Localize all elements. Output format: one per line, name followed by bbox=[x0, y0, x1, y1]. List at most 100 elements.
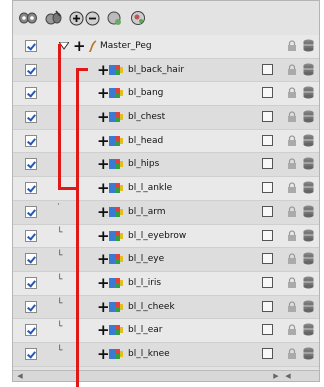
lock-icon[interactable] bbox=[287, 206, 297, 218]
layer-row[interactable]: └ + bl_l_knee bbox=[13, 342, 319, 367]
tree-elbow-icon: · bbox=[57, 199, 60, 210]
lock-icon[interactable] bbox=[287, 348, 297, 360]
drawing-layer-icon bbox=[109, 348, 123, 359]
annotation-line bbox=[76, 68, 88, 71]
lock-icon[interactable] bbox=[287, 324, 297, 336]
visibility-checkbox[interactable] bbox=[25, 347, 37, 360]
lock-icon[interactable] bbox=[287, 229, 297, 242]
layer-properties-icon[interactable] bbox=[303, 134, 314, 147]
layer-row[interactable]: └ + bl_l_ear bbox=[13, 319, 319, 343]
layer-row[interactable]: └ + bl_l_iris bbox=[13, 271, 319, 296]
add-drawing-icon[interactable] bbox=[130, 7, 146, 29]
layer-properties-icon[interactable] bbox=[303, 86, 314, 99]
layer-properties-icon[interactable] bbox=[303, 276, 314, 289]
visibility-checkbox[interactable] bbox=[25, 40, 37, 52]
visibility-checkbox[interactable] bbox=[25, 324, 37, 337]
lock-toggle-box[interactable] bbox=[262, 111, 273, 123]
layer-label: bl_l_ear bbox=[128, 325, 163, 336]
lock-icon[interactable] bbox=[287, 253, 297, 265]
layer-properties-icon[interactable] bbox=[303, 63, 314, 76]
layer-properties-icon[interactable] bbox=[303, 157, 314, 170]
layer-row[interactable]: └ + bl_l_eyebrow bbox=[13, 224, 319, 249]
layer-row[interactable]: └ + bl_l_cheek bbox=[13, 295, 319, 320]
lock-toggle-box[interactable] bbox=[262, 324, 273, 336]
expand-plus-icon[interactable]: + bbox=[97, 345, 110, 363]
lock-toggle-box[interactable] bbox=[262, 182, 273, 194]
lock-icon[interactable] bbox=[287, 64, 297, 76]
layer-properties-icon[interactable] bbox=[303, 347, 314, 360]
lock-toggle-box[interactable] bbox=[262, 300, 273, 312]
visibility-checkbox[interactable] bbox=[25, 158, 37, 171]
lock-icon[interactable] bbox=[287, 182, 297, 194]
lock-icon[interactable] bbox=[287, 111, 297, 123]
layer-properties-icon[interactable] bbox=[303, 229, 314, 242]
expand-plus-icon[interactable]: + bbox=[97, 84, 110, 102]
scroll-right-arrow-icon[interactable]: ▶ bbox=[271, 371, 281, 381]
lock-toggle-box[interactable] bbox=[262, 205, 273, 217]
expand-plus-icon[interactable]: + bbox=[97, 155, 110, 173]
tree-elbow-icon: └ bbox=[57, 274, 63, 285]
lock-icon[interactable] bbox=[287, 277, 297, 289]
layer-row[interactable]: └ + bl_l_eye bbox=[13, 248, 319, 272]
layer-label: bl_chest bbox=[128, 112, 166, 123]
expand-plus-icon[interactable]: + bbox=[97, 250, 110, 268]
visibility-checkbox[interactable] bbox=[25, 276, 37, 289]
expand-plus-icon[interactable]: + bbox=[97, 108, 110, 126]
expand-plus-icon[interactable]: + bbox=[73, 37, 86, 55]
expand-plus-icon[interactable]: + bbox=[97, 321, 110, 339]
visibility-checkbox[interactable] bbox=[25, 253, 37, 266]
visibility-checkbox[interactable] bbox=[25, 205, 37, 218]
scroll-left-arrow-icon[interactable]: ◀ bbox=[283, 371, 293, 381]
expand-plus-icon[interactable]: + bbox=[97, 274, 110, 292]
lock-toggle-box[interactable] bbox=[262, 134, 273, 146]
lock-toggle-box[interactable] bbox=[262, 87, 273, 99]
visibility-checkbox[interactable] bbox=[25, 111, 37, 124]
lock-toggle-box[interactable] bbox=[262, 229, 273, 241]
visibility-checkbox[interactable] bbox=[25, 300, 37, 313]
lock-toggle-box[interactable] bbox=[262, 253, 273, 265]
layer-properties-icon[interactable] bbox=[303, 39, 314, 52]
expand-plus-icon[interactable]: + bbox=[97, 132, 110, 150]
visibility-checkbox[interactable] bbox=[25, 87, 37, 100]
lock-toggle-box[interactable] bbox=[262, 347, 273, 359]
add-layer-icon[interactable] bbox=[69, 7, 84, 29]
drawing-layer-icon bbox=[109, 277, 123, 288]
visibility-checkbox[interactable] bbox=[25, 63, 37, 76]
expand-plus-icon[interactable]: + bbox=[97, 227, 110, 245]
layer-properties-icon[interactable] bbox=[303, 252, 314, 265]
lock-icon[interactable] bbox=[287, 40, 297, 52]
drawing-layer-icon bbox=[109, 64, 123, 75]
expand-plus-icon[interactable]: + bbox=[97, 61, 110, 79]
expand-plus-icon[interactable]: + bbox=[97, 179, 110, 197]
expand-plus-icon[interactable]: + bbox=[97, 298, 110, 316]
drawing-layer-icon bbox=[109, 159, 123, 170]
lock-icon[interactable] bbox=[287, 135, 297, 147]
lock-icon[interactable] bbox=[287, 158, 297, 170]
expand-plus-icon[interactable]: + bbox=[97, 203, 110, 221]
add-peg-icon[interactable] bbox=[107, 7, 123, 29]
hide-all-icon[interactable] bbox=[44, 7, 62, 29]
show-all-icon[interactable] bbox=[19, 7, 37, 29]
drawing-layer-icon bbox=[109, 88, 123, 99]
remove-layer-icon[interactable] bbox=[85, 7, 100, 29]
lock-toggle-box[interactable] bbox=[262, 158, 273, 170]
lock-toggle-box[interactable] bbox=[262, 63, 273, 75]
layer-label: bl_back_hair bbox=[128, 64, 185, 75]
layer-properties-icon[interactable] bbox=[303, 300, 314, 313]
lock-icon[interactable] bbox=[287, 87, 297, 99]
layer-properties-icon[interactable] bbox=[303, 205, 314, 218]
layer-row[interactable]: · + bl_l_arm bbox=[13, 199, 319, 225]
lock-icon[interactable] bbox=[287, 300, 297, 313]
layer-label: bl_l_iris bbox=[128, 277, 162, 288]
layer-label: bl_head bbox=[128, 135, 164, 146]
layer-properties-icon[interactable] bbox=[303, 323, 314, 336]
horizontal-scrollbar[interactable]: ◀ ▶ ◀ bbox=[13, 370, 319, 381]
scroll-left-arrow-icon[interactable]: ◀ bbox=[15, 371, 25, 381]
layer-label: bl_l_cheek bbox=[128, 301, 175, 312]
layer-properties-icon[interactable] bbox=[303, 181, 314, 194]
visibility-checkbox[interactable] bbox=[25, 134, 37, 147]
layer-properties-icon[interactable] bbox=[303, 110, 314, 123]
lock-toggle-box[interactable] bbox=[262, 276, 273, 288]
visibility-checkbox[interactable] bbox=[25, 229, 37, 242]
visibility-checkbox[interactable] bbox=[25, 182, 37, 195]
